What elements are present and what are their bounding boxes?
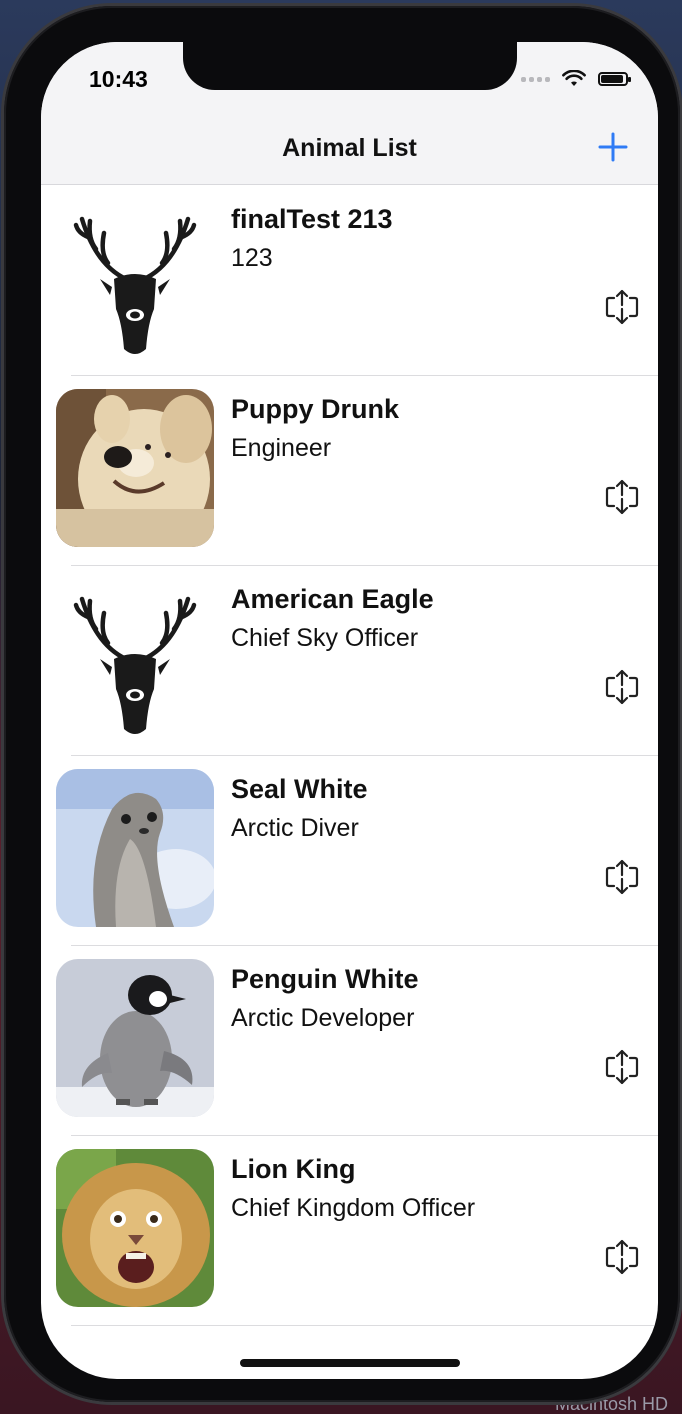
status-icons xyxy=(521,70,631,88)
animal-name: finalTest 213 xyxy=(231,204,393,234)
deer-logo xyxy=(56,579,214,737)
home-indicator[interactable] xyxy=(240,1359,460,1367)
plus-icon[interactable] xyxy=(596,130,630,164)
animal-name: American Eagle xyxy=(231,584,434,614)
navigation-bar: 10:43 Animal List xyxy=(41,42,658,185)
animal-name: Penguin White xyxy=(231,964,419,994)
list-item[interactable]: American Eagle Chief Sky Officer xyxy=(41,566,658,756)
animal-name: Seal White xyxy=(231,774,368,804)
reorder-icon[interactable] xyxy=(604,1238,640,1276)
list-item[interactable]: Seal White Arctic Diver xyxy=(41,756,658,946)
cellular-signal-icon xyxy=(521,76,550,82)
animal-list: finalTest 213 123 Puppy Drunk Engineer A… xyxy=(41,186,658,1326)
animal-subtitle: 123 xyxy=(231,244,273,272)
animal-subtitle: Arctic Developer xyxy=(231,1004,415,1032)
reorder-icon[interactable] xyxy=(604,478,640,516)
reorder-icon[interactable] xyxy=(604,668,640,706)
seal-photo xyxy=(56,769,214,927)
list-item[interactable]: finalTest 213 123 xyxy=(41,186,658,376)
deer-logo xyxy=(56,199,214,357)
animal-subtitle: Chief Kingdom Officer xyxy=(231,1194,476,1222)
list-item[interactable]: Puppy Drunk Engineer xyxy=(41,376,658,566)
battery-icon xyxy=(598,72,631,86)
reorder-icon[interactable] xyxy=(604,288,640,326)
animal-subtitle: Engineer xyxy=(231,434,332,462)
animal-name: Lion King xyxy=(231,1154,356,1184)
reorder-icon[interactable] xyxy=(604,1048,640,1086)
phone-screen: 10:43 Animal List finalTest 213 123 Pupp… xyxy=(41,42,658,1379)
status-time: 10:43 xyxy=(89,66,148,92)
animal-name: Puppy Drunk xyxy=(231,394,400,424)
row-separator xyxy=(71,1325,658,1326)
list-item[interactable]: Penguin White Arctic Developer xyxy=(41,946,658,1136)
notch xyxy=(183,42,517,90)
animal-subtitle: Chief Sky Officer xyxy=(231,624,419,652)
puppy-photo xyxy=(56,389,214,547)
page-title: Animal List xyxy=(282,134,417,162)
reorder-icon[interactable] xyxy=(604,858,640,896)
lion-photo xyxy=(56,1149,214,1307)
phone-frame: 10:43 Animal List finalTest 213 123 Pupp… xyxy=(4,6,680,1402)
wifi-icon xyxy=(562,70,586,86)
list-item[interactable]: Lion King Chief Kingdom Officer xyxy=(41,1136,658,1326)
animal-subtitle: Arctic Diver xyxy=(231,814,359,842)
penguin-photo xyxy=(56,959,214,1117)
